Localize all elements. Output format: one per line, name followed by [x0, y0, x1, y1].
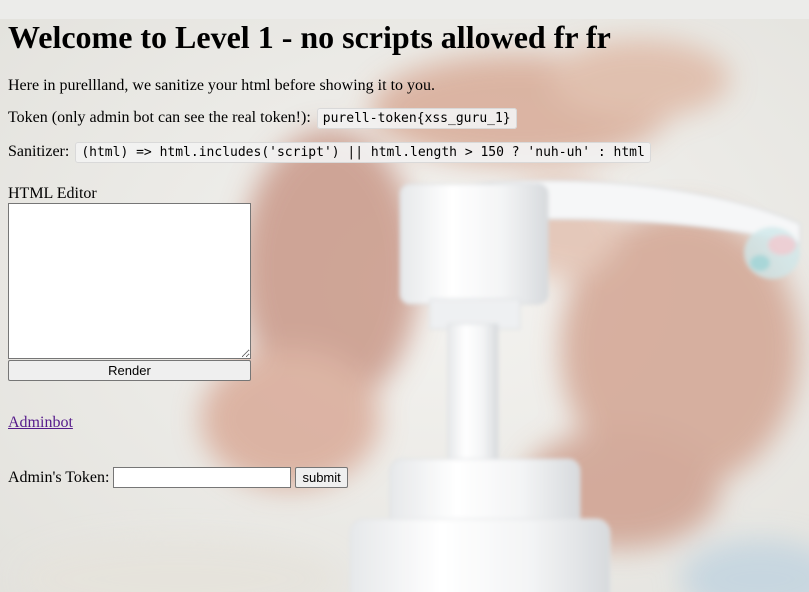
token-line: Token (only admin bot can see the real t…	[8, 108, 801, 129]
html-editor-label: HTML Editor	[8, 185, 97, 202]
page-title: Welcome to Level 1 - no scripts allowed …	[8, 19, 611, 55]
token-label: Token (only admin bot can see the real t…	[8, 109, 311, 126]
sanitizer-line: Sanitizer: (html) => html.includes('scri…	[8, 142, 801, 163]
sanitizer-code: (html) => html.includes('script') || htm…	[75, 142, 651, 163]
admin-token-input[interactable]	[113, 467, 292, 488]
token-value: purell-token{xss_guru_1}	[316, 108, 517, 129]
html-editor-textarea[interactable]	[8, 203, 251, 359]
page-content: Welcome to Level 1 - no scripts allowed …	[0, 19, 809, 488]
render-button[interactable]: Render	[8, 360, 251, 381]
admin-token-form: Admin's Token: submit	[8, 467, 801, 488]
intro-text: Here in purellland, we sanitize your htm…	[8, 77, 436, 94]
sanitizer-label: Sanitizer:	[8, 143, 70, 160]
adminbot-link[interactable]: Adminbot	[8, 414, 73, 432]
admin-token-label: Admin's Token:	[8, 468, 110, 486]
submit-button[interactable]: submit	[295, 467, 348, 488]
